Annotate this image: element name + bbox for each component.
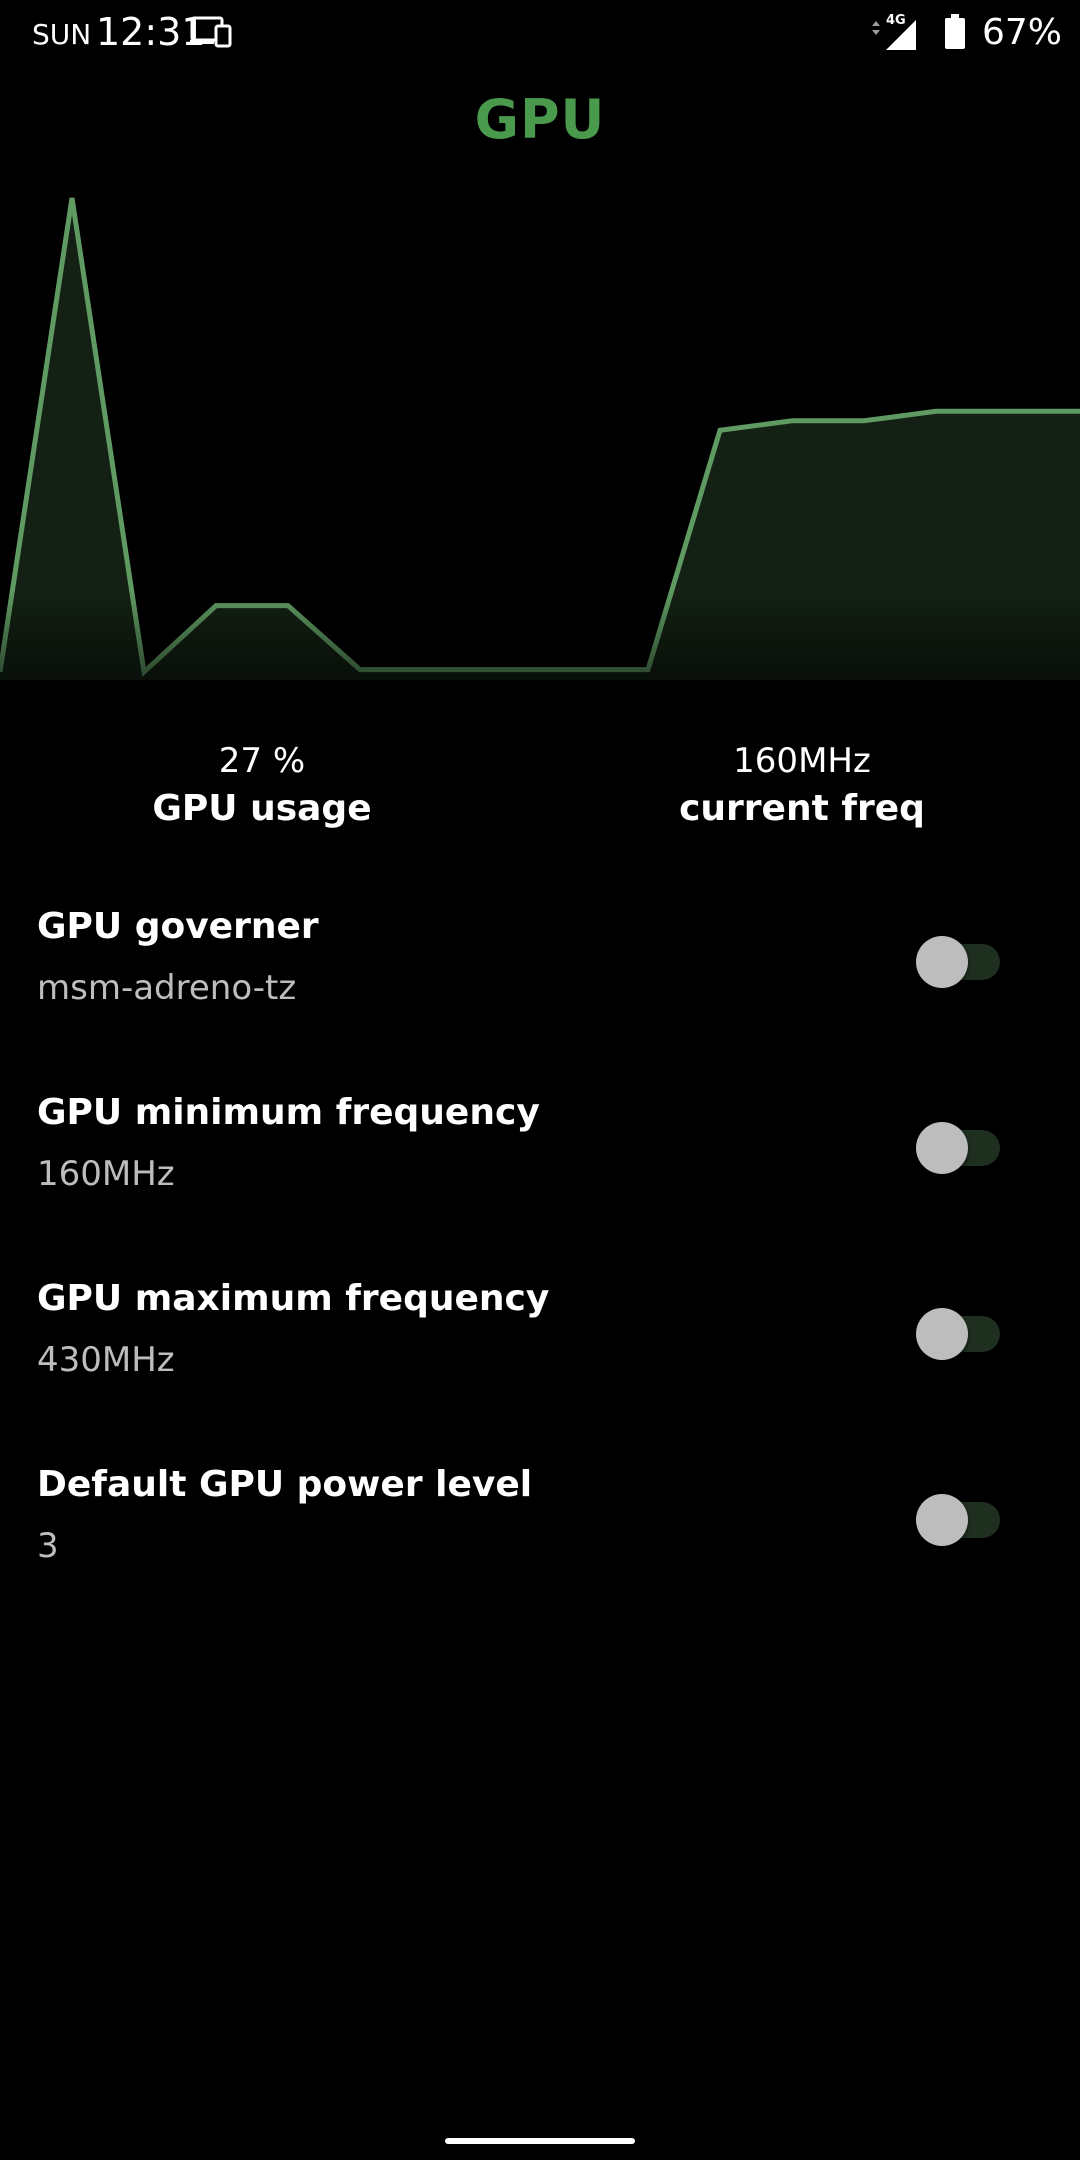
- toggle-thumb: [916, 1308, 968, 1360]
- setting-value: 3: [37, 1526, 59, 1566]
- default-power-level-toggle[interactable]: [916, 1490, 1000, 1546]
- setting-value: msm-adreno-tz: [37, 968, 297, 1008]
- setting-default-gpu-power-level[interactable]: Default GPU power level 3: [0, 1464, 1080, 1624]
- setting-title: Default GPU power level: [37, 1464, 533, 1505]
- cast-icon: [190, 16, 232, 48]
- signal-icon: 4G: [872, 13, 916, 50]
- current-freq-value: 160MHz: [733, 741, 871, 781]
- gesture-nav-handle[interactable]: [445, 2138, 635, 2144]
- battery-percent: 67%: [982, 12, 1063, 53]
- setting-title: GPU maximum frequency: [37, 1278, 550, 1319]
- gpu-min-frequency-toggle[interactable]: [916, 1118, 1000, 1174]
- status-bar: SUN 12:31 4G 67%: [0, 0, 1080, 64]
- setting-title: GPU governer: [37, 906, 319, 947]
- chart-fade-overlay: [0, 180, 1080, 680]
- battery-icon: [945, 14, 965, 49]
- setting-gpu-governor[interactable]: GPU governer msm-adreno-tz: [0, 906, 1080, 1066]
- page-title: GPU: [474, 88, 606, 151]
- current-freq-label: current freq: [679, 788, 925, 829]
- setting-value: 160MHz: [37, 1154, 175, 1194]
- network-type-label: 4G: [886, 13, 906, 28]
- setting-title: GPU minimum frequency: [37, 1092, 540, 1133]
- setting-gpu-max-frequency[interactable]: GPU maximum frequency 430MHz: [0, 1278, 1080, 1438]
- setting-value: 430MHz: [37, 1340, 175, 1380]
- toggle-thumb: [916, 1122, 968, 1174]
- toggle-thumb: [916, 1494, 968, 1546]
- gpu-max-frequency-toggle[interactable]: [916, 1304, 1000, 1360]
- gpu-usage-chart: [0, 180, 1080, 680]
- toggle-thumb: [916, 936, 968, 988]
- current-freq-stat: 160MHz current freq: [262, 738, 1080, 834]
- setting-gpu-min-frequency[interactable]: GPU minimum frequency 160MHz: [0, 1092, 1080, 1252]
- status-day: SUN: [32, 18, 92, 51]
- gpu-governor-toggle[interactable]: [916, 932, 1000, 988]
